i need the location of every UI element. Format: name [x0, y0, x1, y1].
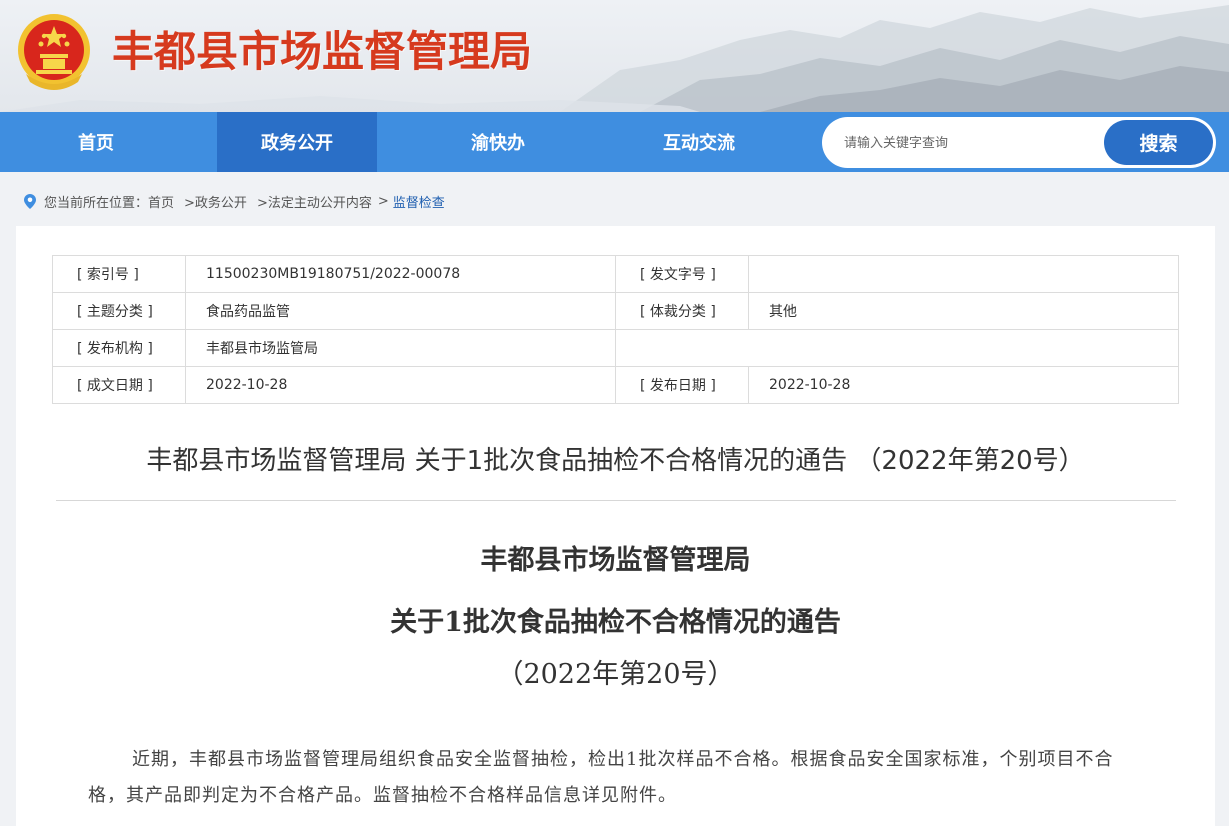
meta-label: [ 发布机构 ]	[52, 329, 186, 367]
content-panel: [ 索引号 ] 11500230MB19180751/2022-00078 [ …	[16, 226, 1215, 826]
national-emblem-icon	[18, 14, 90, 90]
location-pin-icon	[24, 193, 36, 209]
meta-value: 11500230MB19180751/2022-00078	[185, 255, 616, 293]
meta-empty-cell	[615, 329, 1179, 367]
meta-label: [ 发文字号 ]	[615, 255, 749, 293]
meta-value: 食品药品监管	[185, 292, 616, 330]
breadcrumb-government-affairs[interactable]: >政务公开	[184, 192, 247, 211]
search-button[interactable]: 搜索	[1104, 120, 1213, 165]
document-paragraph: 近期，丰都县市场监督管理局组织食品安全监督抽检，检出1批次样品不合格。根据食品安…	[88, 749, 1114, 806]
breadcrumb-supervision-inspection[interactable]: 监督检查	[393, 192, 445, 211]
nav-item-government-affairs[interactable]: 政务公开	[217, 112, 377, 172]
site-banner: 丰都县市场监督管理局	[0, 0, 1229, 112]
meta-label: [ 主题分类 ]	[52, 292, 186, 330]
meta-label: [ 体裁分类 ]	[615, 292, 749, 330]
main-nav: 首页 政务公开 渝快办 互动交流 搜索	[0, 112, 1229, 172]
breadcrumb-separator: >	[377, 193, 389, 209]
search-input[interactable]	[842, 130, 1102, 156]
site-title: 丰都县市场监督管理局	[112, 27, 533, 76]
meta-label: [ 索引号 ]	[52, 255, 186, 293]
meta-value: 丰都县市场监管局	[185, 329, 616, 367]
breadcrumb-home[interactable]: 首页	[148, 192, 174, 211]
divider	[56, 500, 1176, 501]
meta-value: 2022-10-28	[748, 366, 1179, 404]
meta-value	[748, 255, 1179, 293]
nav-item-home[interactable]: 首页	[16, 112, 176, 172]
breadcrumb: 您当前所在位置： 首页 >政务公开 >法定主动公开内容 > 监督检查	[24, 190, 445, 212]
nav-item-interaction[interactable]: 互动交流	[619, 112, 779, 172]
meta-value: 2022-10-28	[185, 366, 616, 404]
meta-label: [ 成文日期 ]	[52, 366, 186, 404]
document-heading-subject: 关于1批次食品抽检不合格情况的通告	[390, 607, 841, 638]
table-row: [ 索引号 ] 11500230MB19180751/2022-00078 [ …	[52, 255, 1179, 293]
table-row: [ 成文日期 ] 2022-10-28 [ 发布日期 ] 2022-10-28	[52, 366, 1179, 404]
table-row: [ 发布机构 ] 丰都县市场监管局	[52, 329, 1179, 367]
document-meta-table: [ 索引号 ] 11500230MB19180751/2022-00078 [ …	[52, 255, 1179, 404]
document-title: 丰都县市场监督管理局 关于1批次食品抽检不合格情况的通告 （2022年第20号）	[146, 446, 1085, 476]
breadcrumb-prefix: 您当前所在位置：	[44, 195, 149, 211]
search-box: 搜索	[822, 117, 1216, 168]
meta-value: 其他	[748, 292, 1179, 330]
document-heading-number: （2022年第20号）	[496, 659, 735, 690]
nav-item-yukuaiban[interactable]: 渝快办	[418, 112, 578, 172]
document-heading-issuer: 丰都县市场监督管理局	[480, 545, 751, 576]
meta-label: [ 发布日期 ]	[615, 366, 749, 404]
table-row: [ 主题分类 ] 食品药品监管 [ 体裁分类 ] 其他	[52, 292, 1179, 330]
breadcrumb-statutory-disclosure[interactable]: >法定主动公开内容	[257, 192, 372, 211]
